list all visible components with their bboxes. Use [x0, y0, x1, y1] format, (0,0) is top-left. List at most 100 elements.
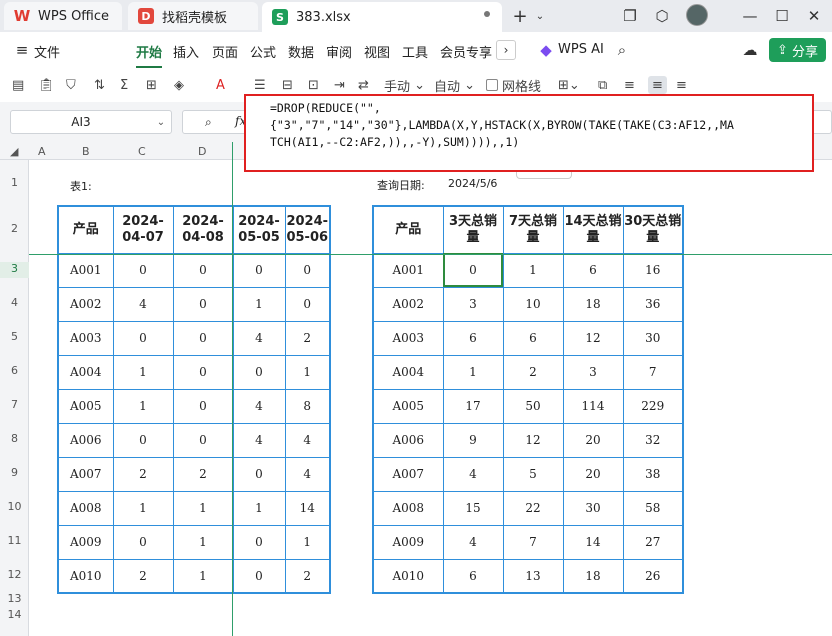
value-cell[interactable]: 22 — [502, 490, 564, 526]
value-cell[interactable]: 10 — [502, 286, 564, 322]
col-header-a[interactable]: A — [38, 145, 46, 158]
menu-tools[interactable]: 工具 — [402, 42, 428, 61]
value-cell[interactable]: 1 — [232, 490, 286, 526]
value-cell[interactable]: 4 — [284, 422, 331, 458]
value-cell[interactable]: 4 — [284, 456, 331, 492]
menu-insert[interactable]: 插入 — [173, 42, 199, 61]
value-cell[interactable]: 50 — [502, 388, 564, 424]
row-header[interactable]: 1 — [0, 176, 29, 189]
value-cell[interactable]: 4 — [442, 456, 504, 492]
row-header[interactable]: 9 — [0, 466, 29, 479]
value-cell[interactable]: 1 — [284, 354, 331, 390]
product-cell[interactable]: A008 — [57, 490, 114, 526]
tab-template[interactable]: D 找稻壳模板 — [128, 2, 258, 30]
menu-data[interactable]: 数据 — [288, 42, 314, 61]
value-cell[interactable]: 1 — [112, 354, 174, 390]
value-cell[interactable]: 2 — [502, 354, 564, 390]
value-cell[interactable]: 6 — [442, 320, 504, 356]
value-cell[interactable]: 0 — [172, 320, 234, 356]
header-cell[interactable]: 产品 — [372, 205, 444, 254]
menu-home[interactable]: 开始 — [136, 42, 162, 61]
value-cell[interactable]: 1 — [284, 524, 331, 560]
menu-review[interactable]: 审阅 — [326, 42, 352, 61]
tab-file-383[interactable]: S 383.xlsx — [262, 2, 502, 32]
product-cell[interactable]: A010 — [372, 558, 444, 594]
row-header[interactable]: 14 — [0, 608, 29, 621]
value-cell[interactable]: 229 — [622, 388, 684, 424]
search-icon[interactable]: ⌕ — [612, 40, 632, 60]
format-painter-icon[interactable]: ▤ — [12, 76, 24, 94]
row-header[interactable]: 2 — [0, 222, 29, 235]
name-box[interactable]: AI3 ⌄ — [10, 110, 172, 134]
value-cell[interactable]: 36 — [622, 286, 684, 322]
row-header-active[interactable]: 3 — [0, 262, 29, 278]
row-header[interactable]: 8 — [0, 432, 29, 445]
auto-button[interactable]: 自动 ⌄ — [434, 76, 475, 95]
value-cell[interactable]: 0 — [112, 524, 174, 560]
merge-icon[interactable]: ⊡ — [308, 76, 319, 94]
chevron-down-icon[interactable]: ⌄ — [530, 6, 550, 26]
menu-view[interactable]: 视图 — [364, 42, 390, 61]
value-cell[interactable]: 16 — [622, 252, 684, 288]
window-restore-icon[interactable]: ❐ — [620, 6, 640, 26]
query-date-value[interactable]: 2024/5/6 — [448, 177, 497, 190]
value-cell[interactable]: 9 — [442, 422, 504, 458]
product-cell[interactable]: A006 — [372, 422, 444, 458]
convert-icon[interactable]: ⇄ — [358, 76, 369, 94]
close-icon[interactable]: ✕ — [804, 6, 824, 26]
hamburger-icon[interactable]: ≡ — [12, 40, 32, 60]
value-cell[interactable]: 1 — [172, 558, 234, 594]
row-header[interactable]: 11 — [0, 534, 29, 547]
value-cell[interactable]: 17 — [442, 388, 504, 424]
align-icon[interactable]: ☰ — [254, 76, 266, 94]
value-cell[interactable]: 1 — [232, 286, 286, 322]
header-cell[interactable]: 产品 — [57, 205, 114, 254]
product-cell[interactable]: A002 — [372, 286, 444, 322]
product-cell[interactable]: A002 — [57, 286, 114, 322]
menu-formula[interactable]: 公式 — [250, 42, 276, 61]
value-cell[interactable]: 6 — [502, 320, 564, 356]
product-cell[interactable]: A004 — [57, 354, 114, 390]
minimize-icon[interactable]: — — [740, 6, 760, 26]
value-cell[interactable]: 30 — [562, 490, 624, 526]
value-cell[interactable]: 4 — [442, 524, 504, 560]
chevron-down-icon[interactable]: ⌄ — [151, 117, 171, 128]
value-cell[interactable]: 2 — [172, 456, 234, 492]
value-cell[interactable]: 0 — [232, 252, 286, 288]
value-cell[interactable]: 38 — [622, 456, 684, 492]
product-cell[interactable]: A001 — [372, 252, 444, 288]
value-cell[interactable]: 0 — [284, 286, 331, 322]
value-cell[interactable]: 0 — [284, 252, 331, 288]
new-tab-icon[interactable]: + — [510, 6, 530, 27]
value-cell[interactable]: 2 — [284, 320, 331, 356]
menu-member[interactable]: 会员专享 — [440, 42, 492, 61]
row-header[interactable]: 12 — [0, 568, 29, 581]
fill-color-icon[interactable]: ◈ — [174, 76, 184, 94]
header-cell[interactable]: 14天总销量 — [562, 205, 624, 254]
paste-icon[interactable]: 📋︎ — [38, 76, 55, 94]
menu-wps-ai[interactable]: WPS AI — [558, 42, 604, 57]
avatar[interactable] — [686, 4, 708, 26]
value-cell[interactable]: 4 — [232, 320, 286, 356]
value-cell[interactable]: 1 — [112, 388, 174, 424]
value-cell[interactable]: 2 — [284, 558, 331, 594]
value-cell[interactable]: 4 — [232, 422, 286, 458]
value-cell[interactable]: 14 — [562, 524, 624, 560]
product-cell[interactable]: A009 — [57, 524, 114, 560]
value-cell[interactable]: 5 — [502, 456, 564, 492]
selected-cell[interactable]: 0 — [442, 252, 504, 288]
row-header[interactable]: 13 — [0, 592, 29, 605]
select-all-icon[interactable]: ◢ — [10, 145, 18, 158]
header-cell[interactable]: 2024-04-07 — [112, 205, 174, 254]
manual-button[interactable]: 手动 ⌄ — [384, 76, 425, 95]
value-cell[interactable]: 0 — [232, 524, 286, 560]
value-cell[interactable]: 6 — [442, 558, 504, 594]
header-cell[interactable]: 2024-04-08 — [172, 205, 234, 254]
indent-icon[interactable]: ⇥ — [334, 76, 345, 94]
cloud-sync-icon[interactable]: ☁ — [740, 40, 760, 60]
sum-icon[interactable]: Σ — [120, 76, 128, 94]
value-cell[interactable]: 18 — [562, 558, 624, 594]
row-header[interactable]: 5 — [0, 330, 29, 343]
value-cell[interactable]: 13 — [502, 558, 564, 594]
value-cell[interactable]: 20 — [562, 456, 624, 492]
